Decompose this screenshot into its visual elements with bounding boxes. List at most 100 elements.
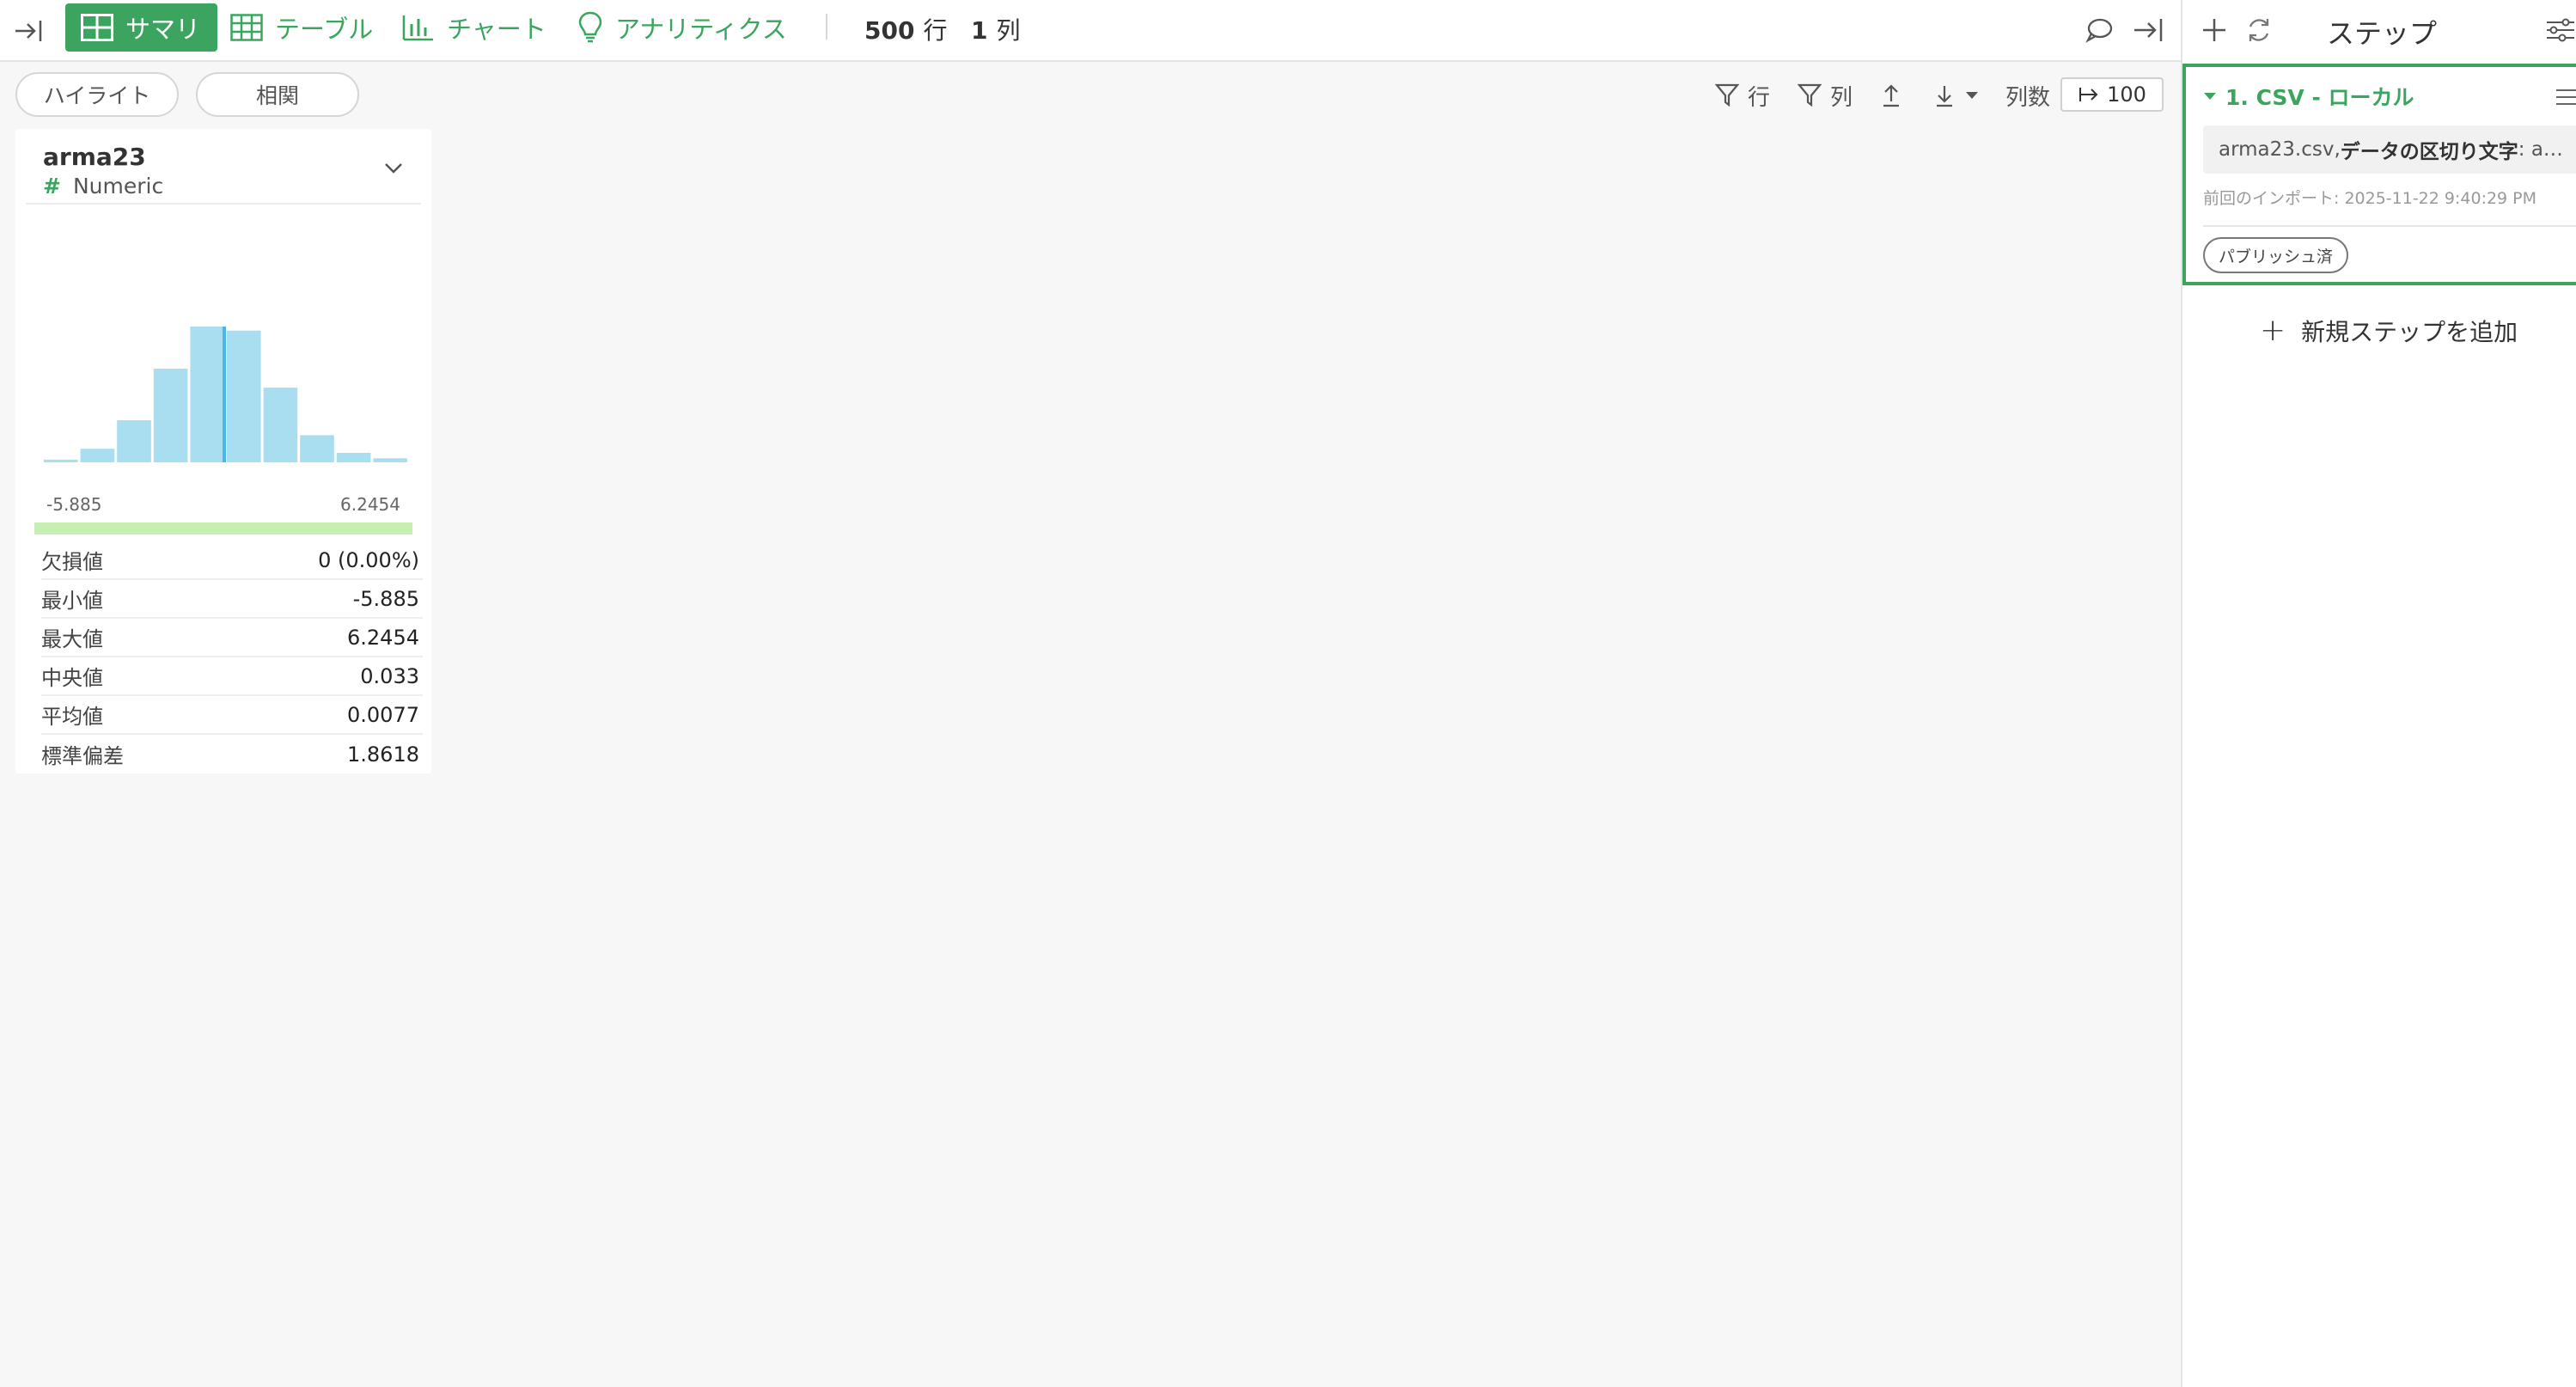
step-desc-key: データの区切り文字	[2340, 141, 2518, 163]
stat-label: 平均値	[41, 705, 103, 729]
triangle-down-icon[interactable]	[2203, 90, 2217, 102]
filter-icon	[1798, 83, 1822, 107]
refresh-icon[interactable]	[2241, 12, 2277, 48]
column-count-value: 1	[971, 16, 988, 45]
column-name: arma23	[43, 143, 146, 171]
step-last-import-time: 前回のインポート: 2025-11-22 9:40:29 PM	[2203, 189, 2537, 208]
published-badge: パブリッシュ済	[2203, 237, 2349, 273]
histogram-bar[interactable]	[117, 420, 151, 462]
step-title-label: 1. CSV - ローカル	[2225, 85, 2414, 110]
stat-label: 欠損値	[41, 550, 103, 574]
stat-value: 1.8618	[347, 742, 419, 767]
histogram-bar[interactable]	[227, 330, 261, 462]
tab-table-label: テーブル	[275, 15, 374, 44]
row-count-value: 500	[864, 16, 915, 45]
sort-ascending-button[interactable]	[1880, 77, 1911, 113]
tab-table[interactable]: テーブル	[230, 3, 373, 52]
plus-icon: +	[2260, 313, 2286, 348]
histogram-chart[interactable]	[15, 206, 431, 498]
stat-row: 最大値 6.2454	[41, 619, 423, 657]
card-divider	[26, 203, 421, 205]
collapse-right-panel-icon[interactable]	[2131, 12, 2167, 48]
histogram-bar[interactable]	[263, 388, 298, 462]
bar-chart-icon	[402, 15, 433, 41]
collapse-panel-icon[interactable]	[12, 14, 46, 48]
sort-descending-dropdown[interactable]	[1933, 77, 1988, 113]
arrow-right-bar-icon	[2079, 88, 2098, 101]
stat-value: 0.033	[360, 663, 419, 688]
stat-label: 最大値	[41, 627, 103, 651]
histogram-bar[interactable]	[300, 435, 334, 462]
tab-analytics[interactable]: アナリティクス	[577, 3, 787, 52]
stat-value: 0.0077	[347, 702, 419, 727]
plus-icon[interactable]	[2196, 12, 2232, 48]
step-title[interactable]: 1. CSV - ローカル	[2203, 81, 2414, 112]
grid-icon	[81, 14, 113, 41]
filter-rows-label: 行	[1748, 84, 1771, 111]
stat-row: 最小値 -5.885	[41, 580, 423, 619]
filter-columns-label: 列	[1830, 84, 1853, 111]
stat-row: 中央値 0.033	[41, 657, 423, 696]
histogram-bar[interactable]	[44, 459, 78, 462]
comment-icon[interactable]	[2081, 12, 2117, 48]
steps-title: ステップ	[2327, 17, 2438, 50]
top-toolbar: サマリ テーブル チャート アナリティクス 500 行 1 列	[0, 0, 2182, 62]
numeric-type-icon: #	[43, 174, 61, 199]
stat-label: 中央値	[41, 666, 103, 690]
column-count-text: 列数	[2005, 84, 2051, 111]
statistics-list: 欠損値 0 (0.00%) 最小値 -5.885 最大値 6.2454 中央値 0.033 平均…	[41, 541, 423, 773]
correlation-button[interactable]: 相関	[196, 72, 359, 117]
highlight-button-label: ハイライト	[43, 83, 151, 108]
filter-rows-button[interactable]: 行	[1715, 77, 1770, 113]
steps-panel: ステップ 1. CSV - ローカル arma23.csv, データの区切り文字…	[2181, 0, 2576, 1387]
highlight-button[interactable]: ハイライト	[15, 72, 179, 117]
column-limit-value: 100	[2107, 82, 2146, 107]
stat-label: 標準偏差	[41, 744, 124, 768]
stat-row: 標準偏差 1.8618	[41, 735, 423, 773]
histogram-range-min: -5.885	[46, 494, 102, 515]
valid-values-bar[interactable]	[34, 522, 412, 535]
tab-chart-label: チャート	[447, 15, 546, 44]
add-new-step-button[interactable]: + 新規ステップを追加	[2260, 313, 2518, 348]
step-desc-file: arma23.csv,	[2219, 138, 2341, 161]
steps-header: ステップ	[2182, 0, 2576, 62]
row-count: 500 行	[864, 12, 947, 46]
stat-row: 平均値 0.0077	[41, 696, 423, 735]
tab-summary[interactable]: サマリ	[65, 3, 218, 52]
arrow-down-icon	[1937, 86, 1952, 107]
menu-icon[interactable]	[2554, 84, 2576, 110]
stat-row: 欠損値 0 (0.00%)	[41, 541, 423, 580]
tab-chart[interactable]: チャート	[402, 3, 546, 52]
histogram-bar[interactable]	[373, 458, 407, 462]
filter-columns-button[interactable]: 列	[1798, 77, 1853, 113]
arrow-up-icon	[1883, 84, 1899, 107]
tab-summary-label: サマリ	[125, 15, 201, 44]
add-new-step-label: 新規ステップを追加	[2301, 317, 2518, 346]
histogram-bar[interactable]	[336, 452, 371, 462]
step-item-csv-local[interactable]: 1. CSV - ローカル arma23.csv, データの区切り文字: a… …	[2182, 64, 2576, 285]
correlation-button-label: 相関	[255, 83, 299, 108]
stat-label: 最小値	[41, 589, 103, 613]
lightbulb-icon	[578, 11, 602, 43]
column-count: 1列	[971, 12, 1021, 46]
histogram-bar[interactable]	[190, 327, 224, 462]
stat-value: -5.885	[352, 586, 419, 611]
column-limit-input[interactable]: 100	[2060, 77, 2164, 112]
stat-value: 0 (0.00%)	[318, 547, 419, 572]
histogram-bar[interactable]	[153, 368, 188, 462]
histogram-range-max: 6.2454	[340, 494, 400, 515]
tab-analytics-label: アナリティクス	[615, 15, 787, 44]
step-description[interactable]: arma23.csv, データの区切り文字: a…	[2203, 125, 2576, 174]
histogram-bar[interactable]	[80, 449, 115, 462]
step-divider	[2203, 225, 2576, 227]
column-type-label: Numeric	[72, 174, 164, 199]
settings-sliders-icon[interactable]	[2542, 12, 2576, 48]
table-icon	[230, 14, 263, 41]
filter-icon	[1715, 83, 1739, 107]
chevron-down-icon[interactable]	[382, 156, 406, 180]
stat-value: 6.2454	[347, 625, 419, 650]
caret-down-icon	[1966, 92, 1978, 99]
toolbar-divider	[826, 14, 827, 40]
column-type: # Numeric	[43, 174, 163, 199]
step-desc-rest: : a…	[2518, 138, 2563, 161]
